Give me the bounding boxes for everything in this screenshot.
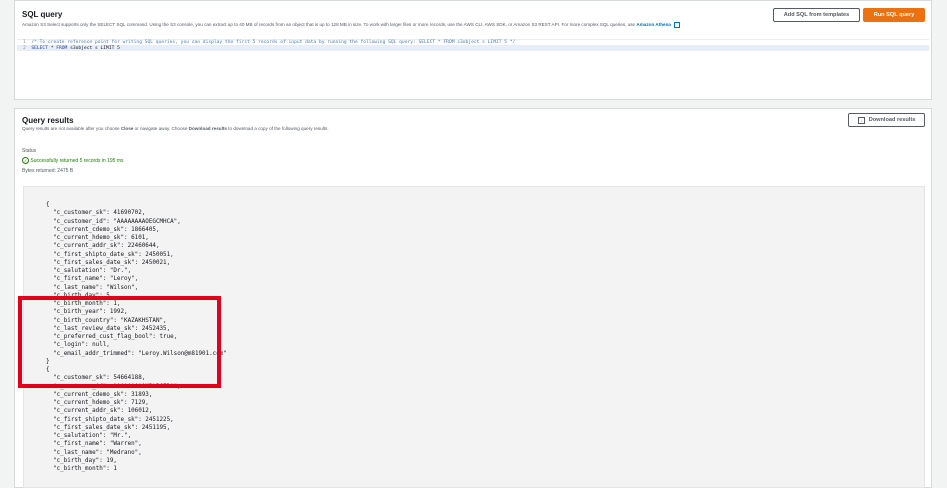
line-number: 2 — [23, 46, 26, 51]
bytes-returned: Bytes returned: 2475 B — [22, 168, 74, 174]
sql-keyword-from: FROM — [56, 46, 68, 51]
sql-keyword-select: SELECT — [31, 46, 48, 51]
download-results-label: Download results — [868, 117, 916, 123]
results-desc-text: Query results are not available after yo… — [22, 126, 121, 131]
highlight-box — [18, 296, 221, 388]
results-desc-text: to download a copy of the following quer… — [226, 126, 329, 131]
status-message: ✓ Successfully returned 5 records in 195… — [22, 157, 124, 164]
status-text: Successfully returned 5 records in 195 m… — [30, 157, 124, 164]
run-sql-query-button[interactable]: Run SQL query — [863, 8, 925, 22]
sql-query-description: Amazon S3 Select supports only the SELEC… — [22, 22, 681, 28]
results-desc-download: Download results — [188, 126, 227, 131]
sql-editor[interactable]: 1 /* To create reference point for writi… — [17, 39, 929, 98]
editor-line-2: 2 SELECT * FROM s3object s LIMIT 5 — [23, 46, 120, 51]
query-results-title: Query results — [22, 116, 74, 125]
line-number: 1 — [23, 40, 26, 45]
sql-description-text: Amazon S3 Select supports only the SELEC… — [22, 22, 636, 28]
sql-comment: /* To create reference point for writing… — [31, 40, 516, 45]
query-results-description: Query results are not available after yo… — [22, 126, 329, 131]
sql-query-title: SQL query — [22, 10, 63, 19]
status-label: Status — [22, 148, 37, 154]
external-link-icon — [674, 22, 681, 28]
results-desc-close: Close — [120, 126, 134, 131]
sql-query-panel: SQL query Amazon S3 Select supports only… — [14, 0, 932, 100]
download-icon: ↓ — [857, 116, 865, 124]
sql-token: s3object s LIMIT 5 — [67, 46, 120, 51]
download-results-button[interactable]: ↓ Download results — [848, 113, 925, 127]
results-desc-text: or navigate away. Choose — [133, 126, 189, 131]
active-line-highlight — [17, 45, 929, 51]
success-check-icon: ✓ — [22, 157, 29, 164]
sql-token: * — [47, 46, 57, 51]
amazon-athena-link[interactable]: Amazon Athena — [636, 22, 671, 27]
add-sql-from-templates-button[interactable]: Add SQL from templates — [773, 8, 860, 22]
editor-line-1: 1 /* To create reference point for writi… — [23, 40, 515, 45]
